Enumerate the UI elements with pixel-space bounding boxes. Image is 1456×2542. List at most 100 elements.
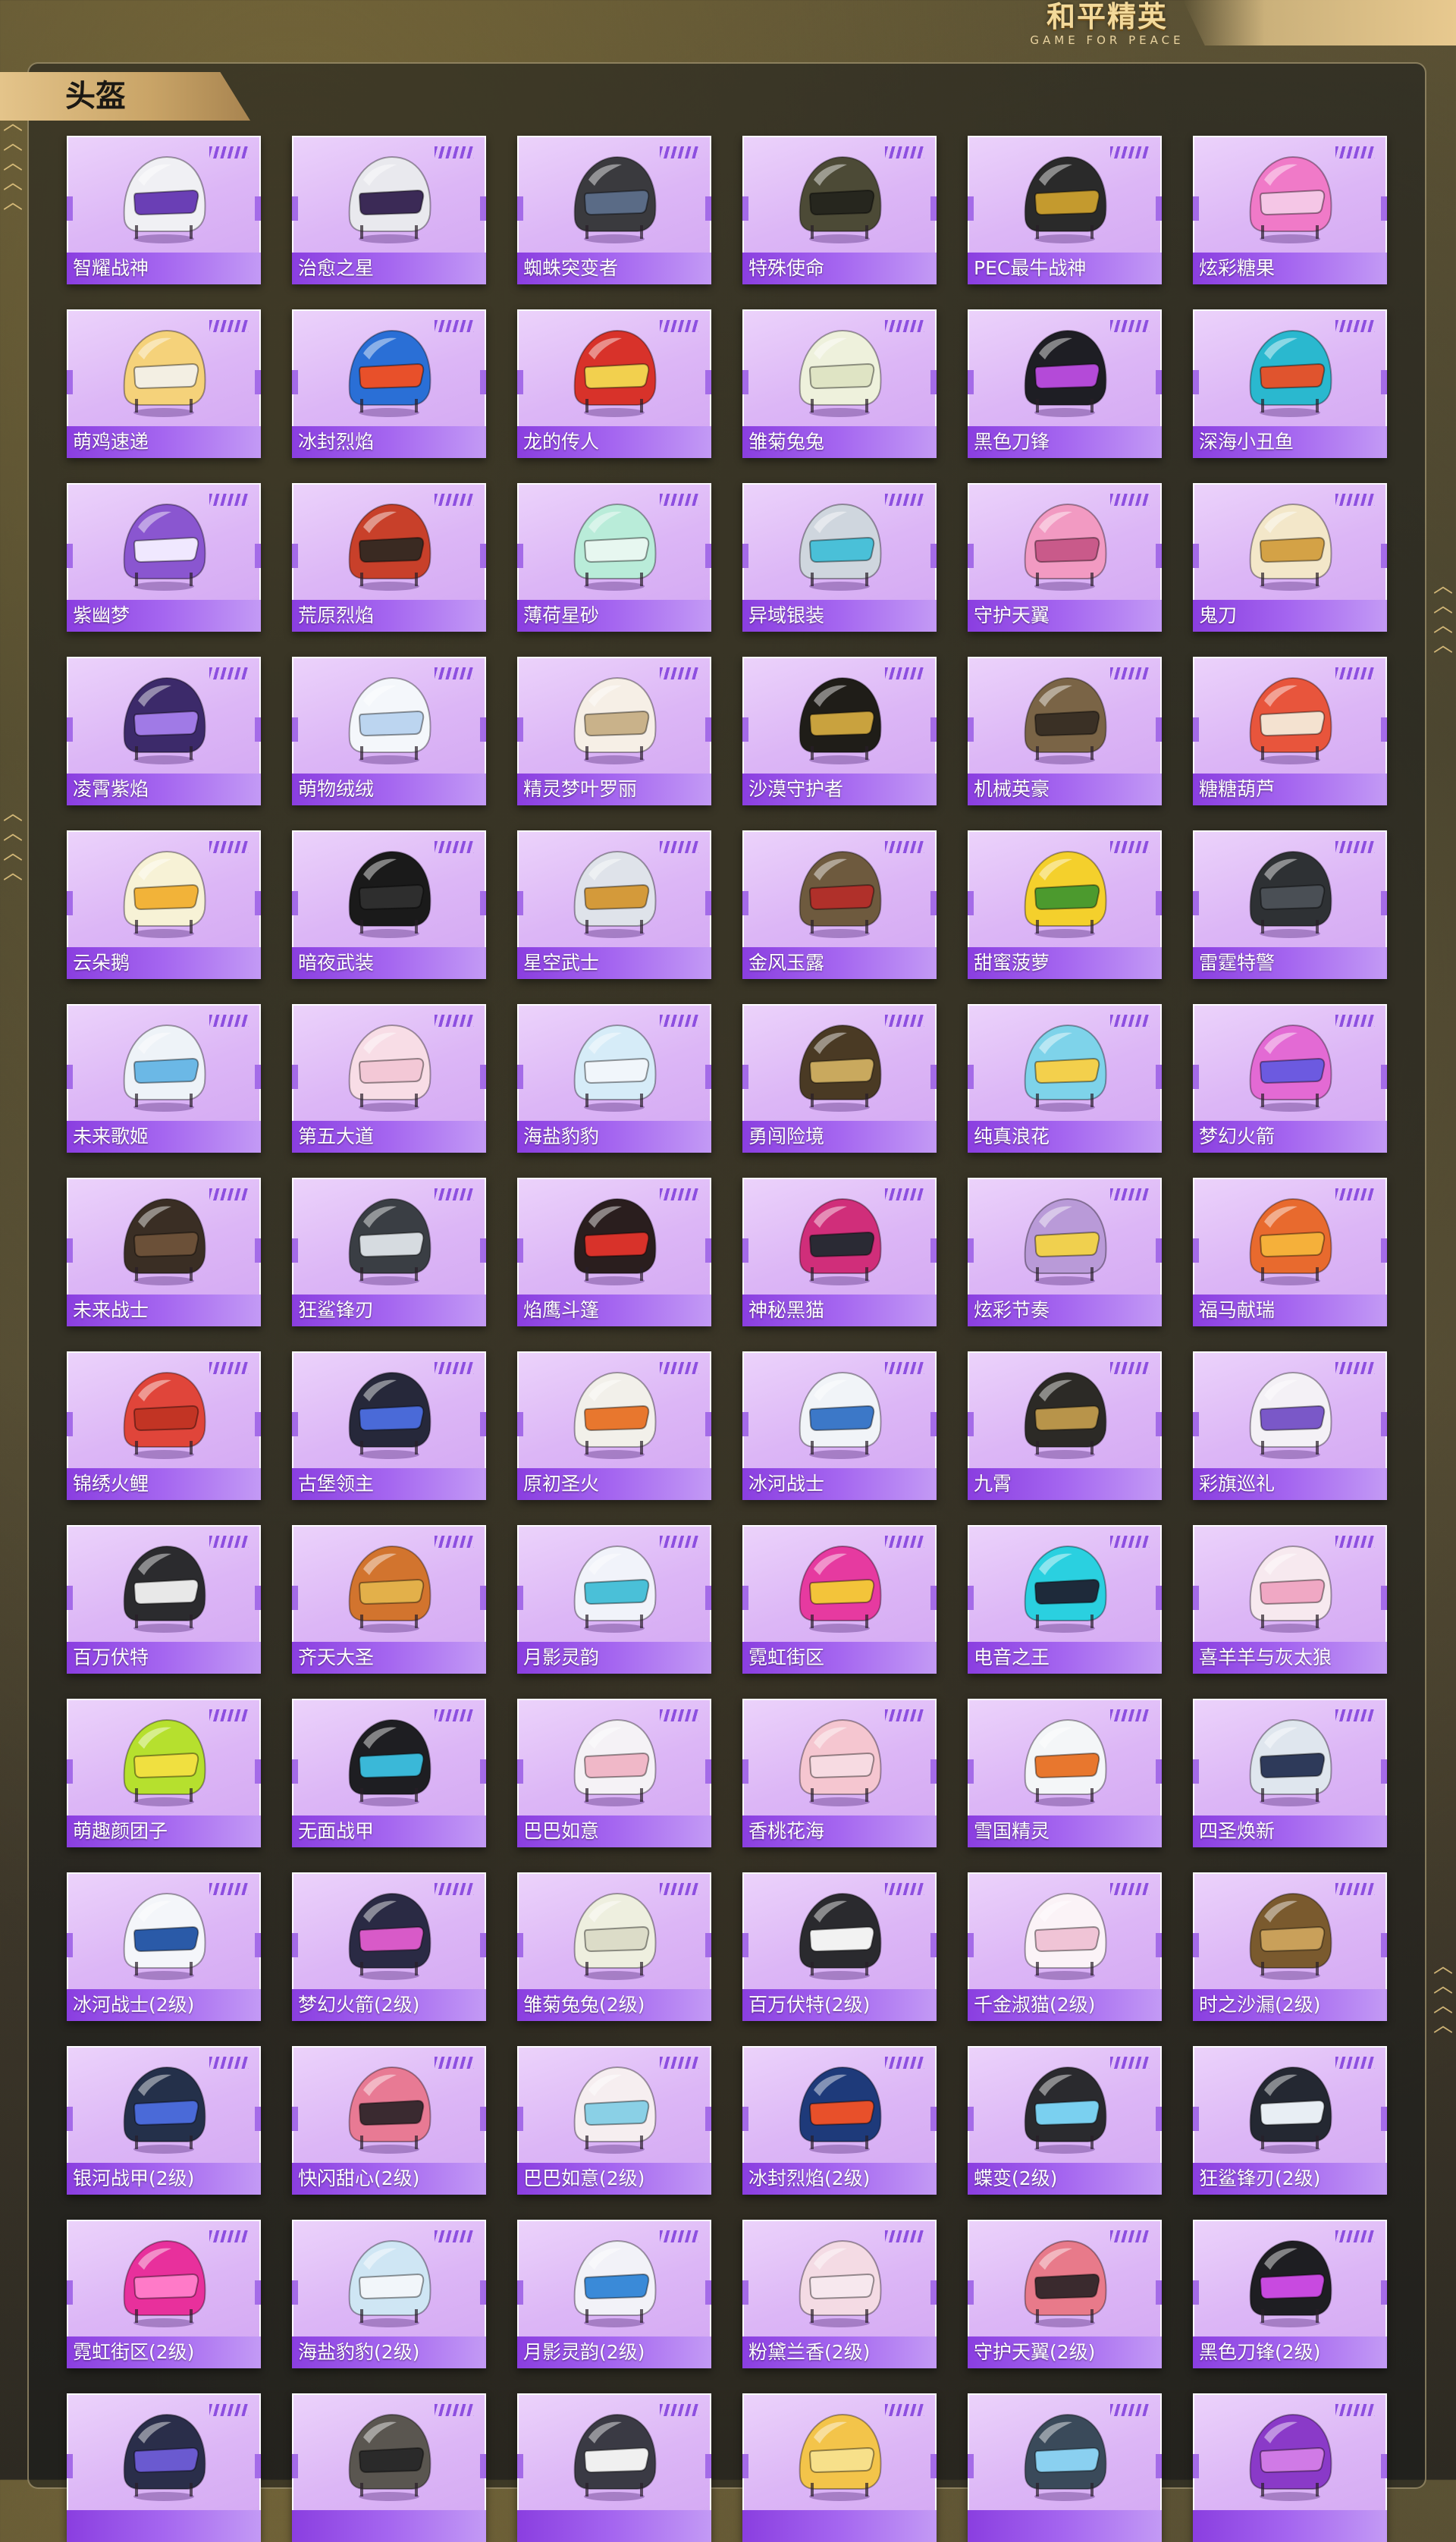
helmet-card[interactable]: 深海小丑鱼: [1193, 309, 1387, 458]
helmet-card[interactable]: 梦幻火箭: [1193, 1004, 1387, 1153]
card-edge-marker: [292, 1238, 298, 1263]
helmet-card[interactable]: 守护天翼(2级): [968, 2220, 1162, 2368]
helmet-card[interactable]: 雏菊兔兔: [742, 309, 937, 458]
helmet-card[interactable]: 雏菊兔兔(2级): [517, 1872, 711, 2021]
helmet-card[interactable]: 海盐豹豹(2级): [292, 2220, 486, 2368]
helmet-card[interactable]: 冰河战士(2级): [67, 1872, 261, 2021]
helmet-card[interactable]: 金风玉露: [742, 830, 937, 979]
helmet-card[interactable]: 治愈之星: [292, 136, 486, 284]
helmet-card[interactable]: 冰封烈焰: [292, 309, 486, 458]
helmet-card[interactable]: [292, 2393, 486, 2542]
helmet-card[interactable]: 黑色刀锋: [968, 309, 1162, 458]
helmet-card[interactable]: 霓虹街区(2级): [67, 2220, 261, 2368]
card-edge-marker: [1381, 1586, 1387, 1610]
helmet-card[interactable]: 萌鸡速递: [67, 309, 261, 458]
helmet-card[interactable]: 蜘蛛突变者: [517, 136, 711, 284]
rarity-stripes: [885, 841, 924, 853]
helmet-card[interactable]: [968, 2393, 1162, 2542]
helmet-card[interactable]: 未来歌姬: [67, 1004, 261, 1153]
helmet-card[interactable]: 暗夜武装: [292, 830, 486, 979]
helmet-card[interactable]: 香桃花海: [742, 1699, 937, 1847]
card-edge-marker: [968, 1238, 974, 1263]
helmet-card[interactable]: 千金淑猫(2级): [968, 1872, 1162, 2021]
helmet-card[interactable]: 原初圣火: [517, 1351, 711, 1500]
helmet-card[interactable]: PEC最牛战神: [968, 136, 1162, 284]
helmet-card[interactable]: 荒原烈焰: [292, 483, 486, 632]
helmet-card[interactable]: 勇闯险境: [742, 1004, 937, 1153]
helmet-card[interactable]: 龙的传人: [517, 309, 711, 458]
helmet-card[interactable]: 炫彩节奏: [968, 1178, 1162, 1326]
helmet-card[interactable]: 雪国精灵: [968, 1699, 1162, 1847]
helmet-card[interactable]: 纯真浪花: [968, 1004, 1162, 1153]
helmet-card[interactable]: [1193, 2393, 1387, 2542]
helmet-card[interactable]: 福马献瑞: [1193, 1178, 1387, 1326]
helmet-card[interactable]: [67, 2393, 261, 2542]
helmet-card[interactable]: 喜羊羊与灰太狼: [1193, 1525, 1387, 1674]
helmet-card[interactable]: 鬼刀: [1193, 483, 1387, 632]
helmet-card[interactable]: 梦幻火箭(2级): [292, 1872, 486, 2021]
helmet-card[interactable]: 异域银装: [742, 483, 937, 632]
helmet-card[interactable]: 薄荷星砂: [517, 483, 711, 632]
helmet-card[interactable]: 锦绣火鲤: [67, 1351, 261, 1500]
rarity-stripes: [435, 320, 474, 332]
helmet-card[interactable]: 焰鹰斗篷: [517, 1178, 711, 1326]
helmet-card[interactable]: 萌趣颜团子: [67, 1699, 261, 1847]
card-edge-marker: [705, 2454, 711, 2478]
helmet-card[interactable]: 蝶变(2级): [968, 2046, 1162, 2195]
helmet-card[interactable]: [517, 2393, 711, 2542]
helmet-card[interactable]: 凌霄紫焰: [67, 657, 261, 805]
helmet-card[interactable]: 智耀战神: [67, 136, 261, 284]
helmet-card[interactable]: 百万伏特(2级): [742, 1872, 937, 2021]
helmet-card[interactable]: 精灵梦叶罗丽: [517, 657, 711, 805]
helmet-card[interactable]: 百万伏特: [67, 1525, 261, 1674]
helmet-card[interactable]: 四圣焕新: [1193, 1699, 1387, 1847]
helmet-name-bar: [1193, 2510, 1387, 2542]
helmet-card[interactable]: 无面战甲: [292, 1699, 486, 1847]
helmet-card[interactable]: 快闪甜心(2级): [292, 2046, 486, 2195]
helmet-card[interactable]: 糖糖葫芦: [1193, 657, 1387, 805]
helmet-card[interactable]: 云朵鹅: [67, 830, 261, 979]
helmet-name: 黑色刀锋: [968, 426, 1162, 458]
helmet-card[interactable]: 冰封烈焰(2级): [742, 2046, 937, 2195]
helmet-card[interactable]: 机械英豪: [968, 657, 1162, 805]
helmet-card[interactable]: 雷霆特警: [1193, 830, 1387, 979]
helmet-card[interactable]: 特殊使命: [742, 136, 937, 284]
helmet-card[interactable]: 电音之王: [968, 1525, 1162, 1674]
helmet-card[interactable]: 星空武士: [517, 830, 711, 979]
helmet-card[interactable]: 时之沙漏(2级): [1193, 1872, 1387, 2021]
helmet-card[interactable]: 第五大道: [292, 1004, 486, 1153]
helmet-card[interactable]: 黑色刀锋(2级): [1193, 2220, 1387, 2368]
helmet-card[interactable]: 巴巴如意(2级): [517, 2046, 711, 2195]
helmet-card[interactable]: 粉黛兰香(2级): [742, 2220, 937, 2368]
helmet-card[interactable]: 狂鲨锋刃: [292, 1178, 486, 1326]
helmet-card[interactable]: 海盐豹豹: [517, 1004, 711, 1153]
helmet-card[interactable]: 冰河战士: [742, 1351, 937, 1500]
helmet-card[interactable]: 守护天翼: [968, 483, 1162, 632]
card-edge-marker: [517, 2280, 523, 2305]
helmet-card[interactable]: 狂鲨锋刃(2级): [1193, 2046, 1387, 2195]
helmet-card[interactable]: 甜蜜菠萝: [968, 830, 1162, 979]
helmet-icon: [1249, 2066, 1332, 2154]
helmet-card[interactable]: 月影灵韵(2级): [517, 2220, 711, 2368]
helmet-card[interactable]: 巴巴如意: [517, 1699, 711, 1847]
helmet-card[interactable]: 古堡领主: [292, 1351, 486, 1500]
helmet-card[interactable]: 未来战士: [67, 1178, 261, 1326]
helmet-card[interactable]: 齐天大圣: [292, 1525, 486, 1674]
helmet-card[interactable]: 银河战甲(2级): [67, 2046, 261, 2195]
helmet-card[interactable]: 彩旗巡礼: [1193, 1351, 1387, 1500]
helmet-card[interactable]: [742, 2393, 937, 2542]
card-edge-marker: [67, 196, 73, 221]
helmet-card[interactable]: 萌物绒绒: [292, 657, 486, 805]
helmet-card[interactable]: 紫幽梦: [67, 483, 261, 632]
helmet-card[interactable]: 月影灵韵: [517, 1525, 711, 1674]
helmet-icon: [799, 1197, 882, 1285]
helmet-card[interactable]: 九霄: [968, 1351, 1162, 1500]
card-edge-marker: [517, 1586, 523, 1610]
helmet-icon: [348, 1545, 431, 1633]
helmet-card[interactable]: 沙漠守护者: [742, 657, 937, 805]
card-edge-marker: [480, 1412, 486, 1436]
helmet-card[interactable]: 霓虹街区: [742, 1525, 937, 1674]
helmet-card[interactable]: 神秘黑猫: [742, 1178, 937, 1326]
card-edge-marker: [1156, 544, 1162, 568]
helmet-card[interactable]: 炫彩糖果: [1193, 136, 1387, 284]
